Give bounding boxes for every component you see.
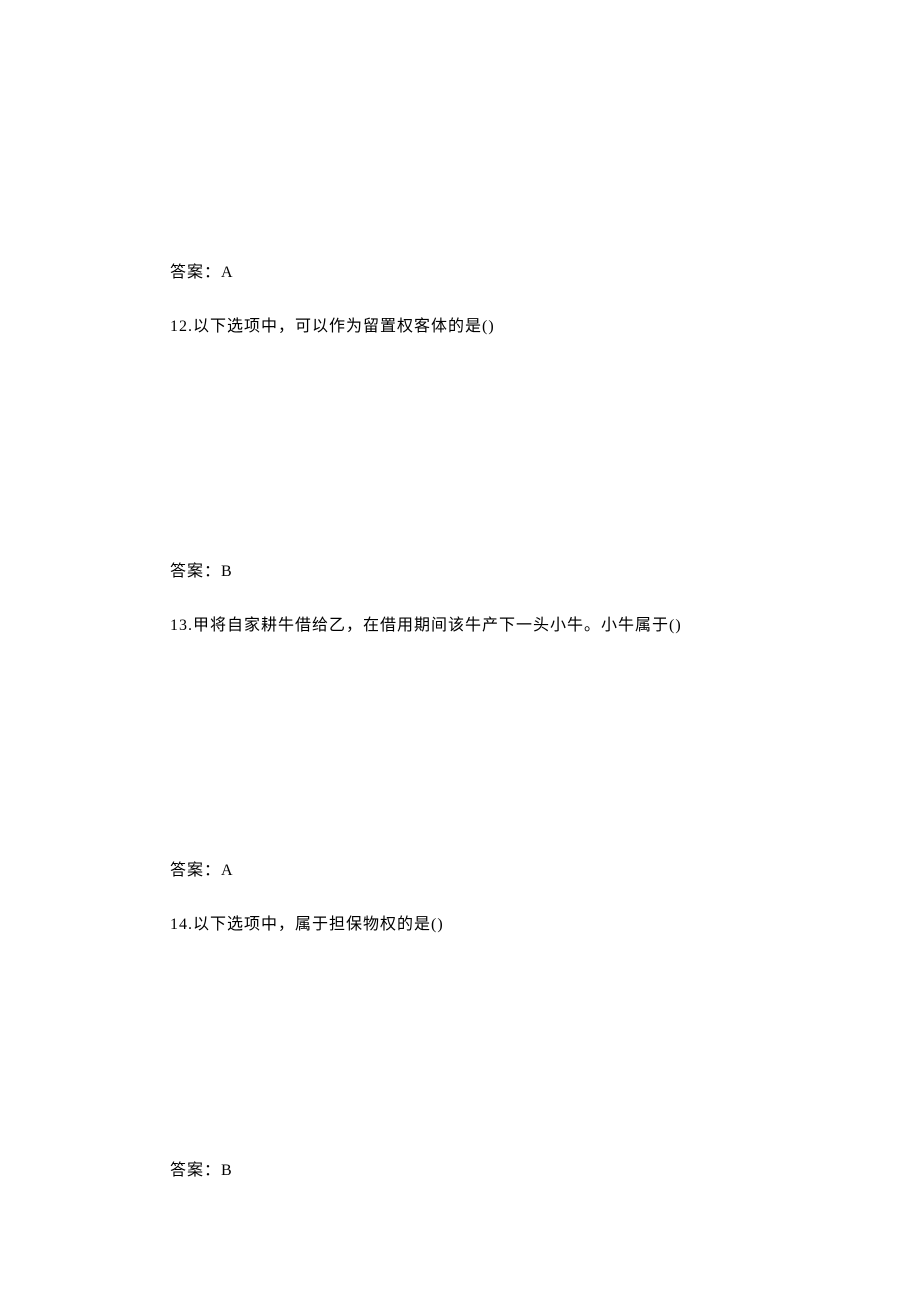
answer-text-11: 答案：A <box>170 260 750 286</box>
question-text-13: 13.甲将自家耕牛借给乙，在借用期间该牛产下一头小牛。小牛属于() <box>170 613 750 639</box>
answer-text-13: 答案：A <box>170 858 750 884</box>
answer-text-14: 答案：B <box>170 1158 750 1184</box>
answer-text-12: 答案：B <box>170 559 750 585</box>
question-text-12: 12.以下选项中，可以作为留置权客体的是() <box>170 314 750 340</box>
question-text-14: 14.以下选项中，属于担保物权的是() <box>170 912 750 938</box>
document-page: 答案：A 12.以下选项中，可以作为留置权客体的是() 答案：B 13.甲将自家… <box>0 0 920 1311</box>
